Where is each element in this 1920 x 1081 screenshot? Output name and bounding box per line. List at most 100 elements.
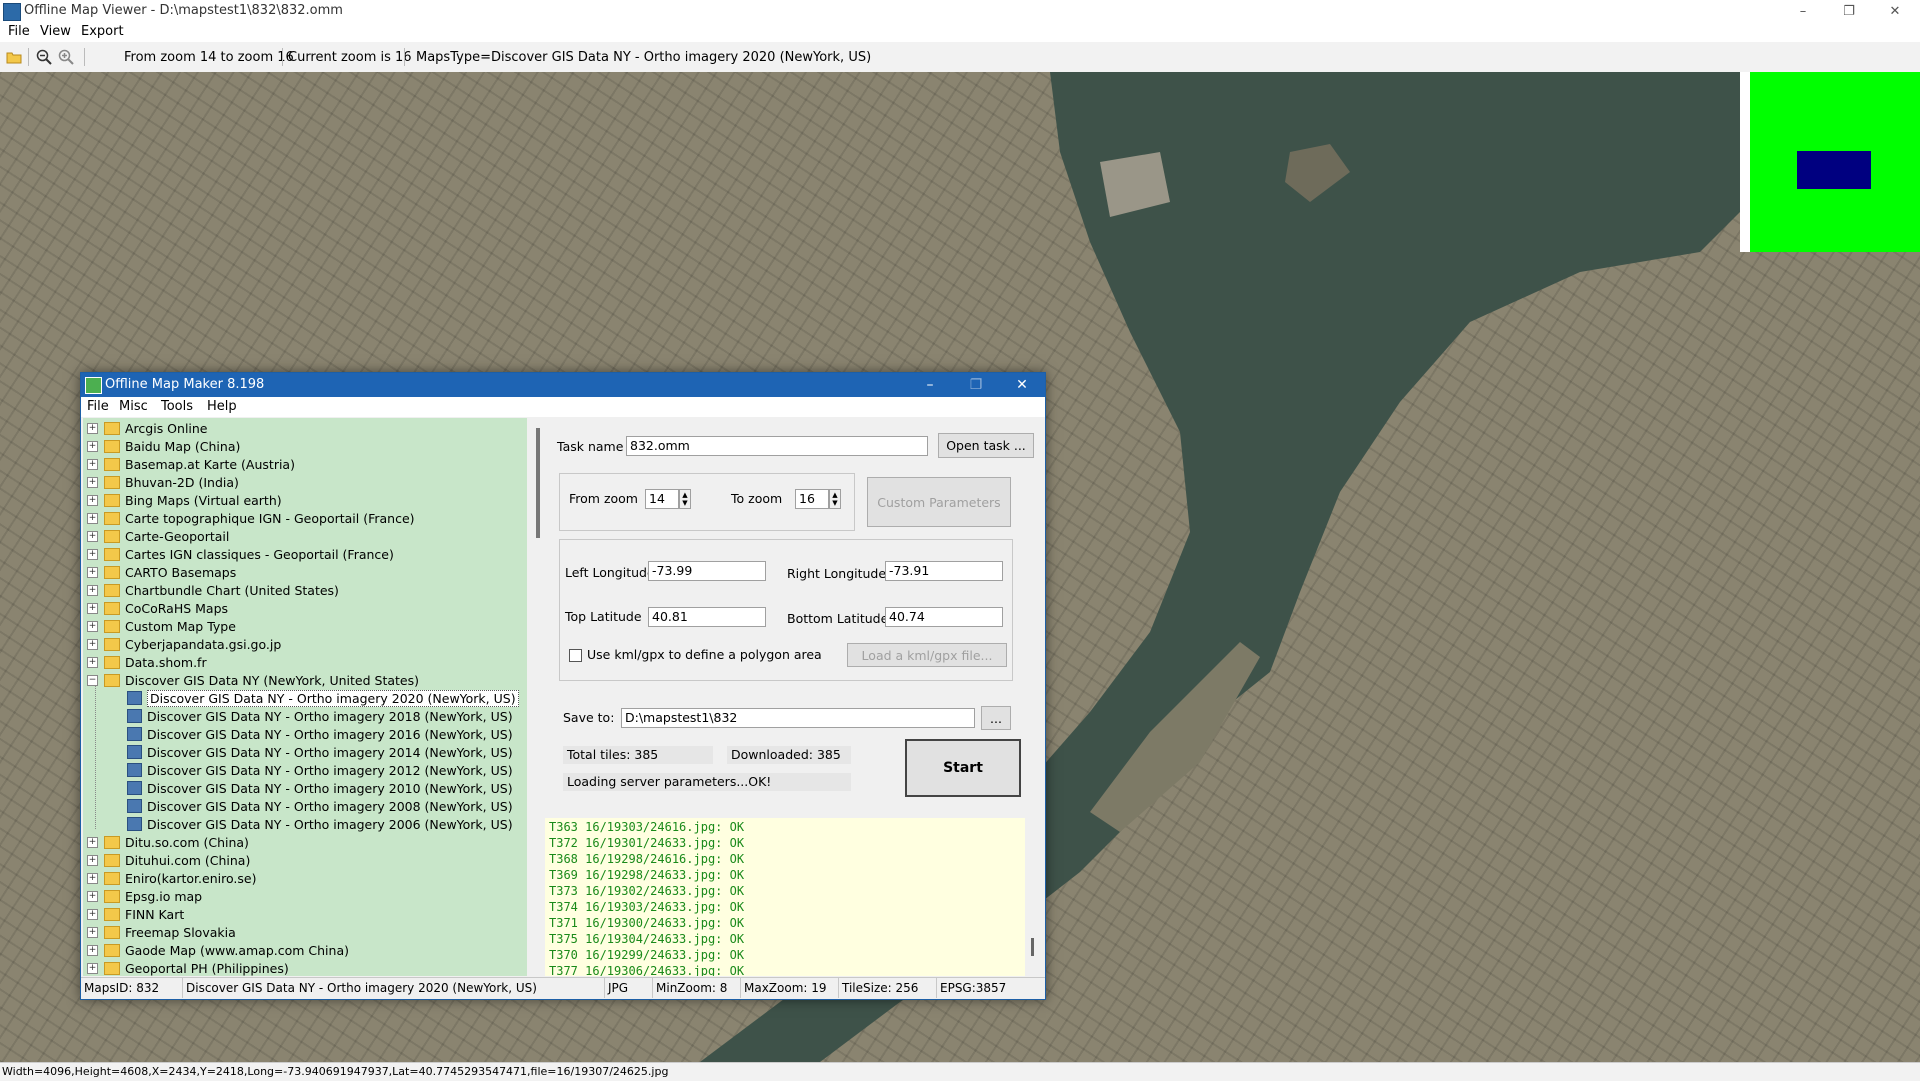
expand-icon[interactable]: + <box>87 422 98 434</box>
tree-folder-item[interactable]: + Freemap Slovakia <box>87 923 236 941</box>
tree-map-item[interactable]: Discover GIS Data NY - Ortho imagery 200… <box>127 797 513 815</box>
expand-icon[interactable]: + <box>87 620 98 632</box>
expand-icon[interactable]: + <box>87 926 98 938</box>
expand-icon[interactable]: + <box>87 530 98 542</box>
tree-folder-item[interactable]: + Ditu.so.com (China) <box>87 833 249 851</box>
tree-folder-item[interactable]: + Basemap.at Karte (Austria) <box>87 455 295 473</box>
zoom-in-icon[interactable] <box>58 49 74 65</box>
save-path-input[interactable]: D:\mapstest1\832 <box>621 708 975 728</box>
tree-map-item[interactable]: Discover GIS Data NY - Ortho imagery 201… <box>127 725 513 743</box>
tree-folder-item[interactable]: + Chartbundle Chart (United States) <box>87 581 339 599</box>
right-longitude-input[interactable]: -73.91 <box>885 561 1003 581</box>
expand-icon[interactable]: + <box>87 872 98 884</box>
expand-icon[interactable]: + <box>87 512 98 524</box>
task-name-input[interactable]: 832.omm <box>626 436 928 456</box>
menu-view[interactable]: View <box>40 24 71 39</box>
dialog-menu-help[interactable]: Help <box>207 399 237 414</box>
expand-icon[interactable]: + <box>87 584 98 596</box>
map-type-tree[interactable]: + Arcgis Online + Baidu Map (China) + Basemap… <box>83 418 527 976</box>
load-kml-button[interactable]: Load a kml/gpx file... <box>847 643 1007 667</box>
browse-button[interactable]: ... <box>981 706 1011 730</box>
expand-icon[interactable]: + <box>87 890 98 902</box>
from-zoom-input[interactable]: 14 <box>645 489 679 509</box>
expand-icon[interactable]: + <box>87 836 98 848</box>
tree-item-label: Gaode Map (www.amap.com China) <box>125 942 349 958</box>
expand-icon[interactable]: + <box>87 962 98 974</box>
tree-folder-item[interactable]: + Data.shom.fr <box>87 653 207 671</box>
map-tile-icon <box>127 745 142 759</box>
tree-folder-item[interactable]: + Gaode Map (www.amap.com China) <box>87 941 349 959</box>
expand-icon[interactable]: + <box>87 566 98 578</box>
tree-folder-item[interactable]: + CoCoRaHS Maps <box>87 599 228 617</box>
close-button[interactable]: ✕ <box>1872 0 1918 22</box>
start-button[interactable]: Start <box>905 739 1021 797</box>
overview-minimap[interactable] <box>1740 72 1920 252</box>
menu-export[interactable]: Export <box>81 24 124 39</box>
expand-icon[interactable]: + <box>87 656 98 668</box>
folder-icon <box>104 907 120 921</box>
dialog-menu-file[interactable]: File <box>87 399 109 414</box>
from-zoom-spinner[interactable]: ▲ ▼ <box>679 489 691 509</box>
tree-map-item[interactable]: Discover GIS Data NY - Ortho imagery 201… <box>127 779 513 797</box>
log-scroll-thumb[interactable] <box>1031 938 1034 956</box>
tree-folder-item[interactable]: + Epsg.io map <box>87 887 202 905</box>
tree-folder-item[interactable]: + Bhuvan-2D (India) <box>87 473 239 491</box>
tree-item-label: Discover GIS Data NY - Ortho imagery 201… <box>147 726 513 742</box>
zoom-out-icon[interactable] <box>36 49 52 65</box>
folder-icon <box>104 871 120 885</box>
dialog-close-button[interactable]: ✕ <box>999 373 1045 397</box>
expand-icon[interactable]: + <box>87 494 98 506</box>
tree-folder-item[interactable]: + Baidu Map (China) <box>87 437 240 455</box>
custom-parameters-button[interactable]: Custom Parameters <box>867 477 1011 527</box>
dialog-menu-misc[interactable]: Misc <box>119 399 148 414</box>
tree-scroll-thumb[interactable] <box>536 428 540 538</box>
tree-map-item[interactable]: Discover GIS Data NY - Ortho imagery 201… <box>127 707 513 725</box>
log-scrollbar[interactable] <box>1025 818 1043 976</box>
to-zoom-spinner[interactable]: ▲ ▼ <box>829 489 841 509</box>
to-zoom-input[interactable]: 16 <box>795 489 829 509</box>
tree-folder-item[interactable]: + Cyberjapandata.gsi.go.jp <box>87 635 281 653</box>
expand-icon[interactable]: + <box>87 638 98 650</box>
tree-folder-item[interactable]: + Cartes IGN classiques - Geoportail (Fra… <box>87 545 394 563</box>
dialog-menu-tools[interactable]: Tools <box>161 399 193 414</box>
tree-scrollbar[interactable] <box>533 418 545 976</box>
kml-checkbox[interactable] <box>569 649 582 662</box>
top-latitude-input[interactable]: 40.81 <box>648 607 766 627</box>
expand-icon[interactable]: + <box>87 548 98 560</box>
tree-map-item[interactable]: Discover GIS Data NY - Ortho imagery 201… <box>127 743 513 761</box>
expand-icon[interactable]: + <box>87 440 98 452</box>
expand-icon[interactable]: + <box>87 476 98 488</box>
menu-file[interactable]: File <box>8 24 30 39</box>
tree-folder-item[interactable]: + Custom Map Type <box>87 617 236 635</box>
bottom-latitude-input[interactable]: 40.74 <box>885 607 1003 627</box>
tree-folder-item[interactable]: + Geoportal PH (Philippines) <box>87 959 289 976</box>
tree-map-item[interactable]: Discover GIS Data NY - Ortho imagery 200… <box>127 815 513 833</box>
tree-map-item[interactable]: Discover GIS Data NY - Ortho imagery 201… <box>127 761 513 779</box>
open-task-button[interactable]: Open task ... <box>938 433 1034 458</box>
tree-folder-item[interactable]: + Eniro(kartor.eniro.se) <box>87 869 256 887</box>
expand-icon[interactable]: + <box>87 944 98 956</box>
expand-icon[interactable]: + <box>87 458 98 470</box>
tree-folder-item[interactable]: − Discover GIS Data NY (NewYork, United S… <box>87 671 419 689</box>
log-line: T369 16/19298/24633.jpg: OK <box>549 868 745 882</box>
tree-folder-item[interactable]: + CARTO Basemaps <box>87 563 236 581</box>
overview-viewport[interactable] <box>1797 151 1871 189</box>
minimize-button[interactable]: – <box>1780 0 1826 22</box>
tree-folder-item[interactable]: + Bing Maps (Virtual earth) <box>87 491 282 509</box>
tree-folder-item[interactable]: + FINN Kart <box>87 905 184 923</box>
folder-icon <box>104 853 120 867</box>
restore-button[interactable]: ❐ <box>1826 0 1872 22</box>
tree-map-item[interactable]: Discover GIS Data NY - Ortho imagery 202… <box>127 689 519 707</box>
open-folder-icon[interactable] <box>6 49 22 65</box>
dialog-maximize-button[interactable]: ❐ <box>953 373 999 397</box>
tree-folder-item[interactable]: + Carte topographique IGN - Geoportail (F… <box>87 509 415 527</box>
dialog-minimize-button[interactable]: – <box>907 373 953 397</box>
expand-icon[interactable]: + <box>87 602 98 614</box>
expand-icon[interactable]: + <box>87 854 98 866</box>
collapse-icon[interactable]: − <box>87 674 98 686</box>
tree-folder-item[interactable]: + Arcgis Online <box>87 419 208 437</box>
tree-folder-item[interactable]: + Carte-Geoportail <box>87 527 229 545</box>
left-longitude-input[interactable]: -73.99 <box>648 561 766 581</box>
expand-icon[interactable]: + <box>87 908 98 920</box>
tree-folder-item[interactable]: + Dituhui.com (China) <box>87 851 250 869</box>
